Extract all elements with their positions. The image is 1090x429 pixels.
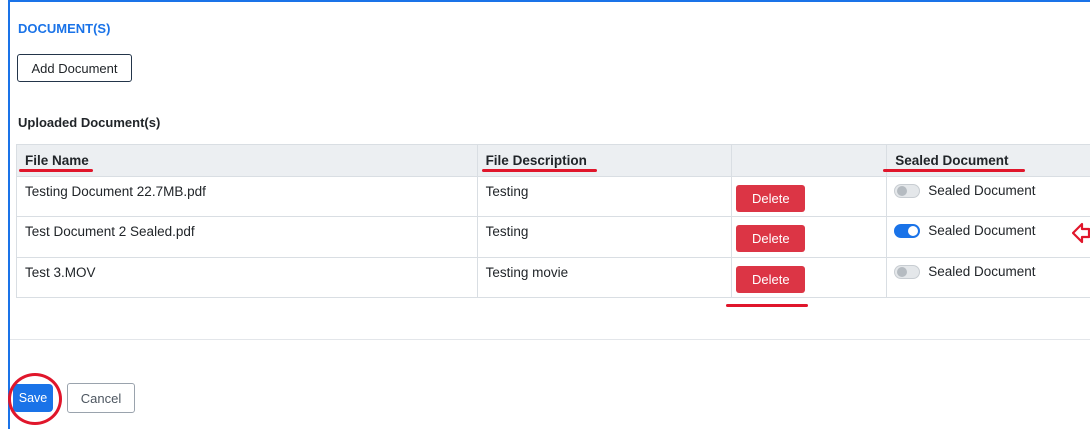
sealed-toggle[interactable] [894,183,921,198]
uploaded-documents-label: Uploaded Document(s) [18,115,161,130]
annotation-underline [726,304,809,307]
sealed-toggle[interactable] [894,264,921,279]
sealed-toggle-group: Sealed Document [894,264,1036,279]
toggle-knob [897,266,908,277]
sealed-cell: Sealed Document [887,177,1090,216]
sealed-toggle-group: Sealed Document [894,183,1036,198]
table-row: Testing Document 22.7MB.pdf Testing Dele… [17,177,1090,217]
sealed-toggle-label[interactable]: Sealed Document [928,264,1035,279]
file-name-cell: Testing Document 22.7MB.pdf [17,177,478,216]
left-arrow-icon [1072,222,1090,244]
delete-button[interactable]: Delete [736,185,806,212]
delete-cell: Delete [726,258,888,307]
file-name-cell: Test Document 2 Sealed.pdf [17,217,478,257]
header-file-name-text: File Name [25,153,89,168]
table-row: Test Document 2 Sealed.pdf Testing Delet… [17,217,1090,258]
sealed-toggle-group: Sealed Document [894,223,1036,238]
toggle-knob [897,185,908,196]
save-button[interactable]: Save [13,384,53,412]
table-row: Test 3.MOV Testing movie Delete Sealed D… [17,258,1090,307]
sealed-toggle[interactable] [894,223,921,238]
sealed-cell: Sealed Document [887,217,1090,257]
cancel-button[interactable]: Cancel [67,383,135,413]
delete-cell: Delete [732,217,888,257]
table-header-row: File Name File Description Sealed Docume… [17,145,1090,177]
delete-button[interactable]: Delete [736,225,806,252]
header-file-name: File Name [17,145,478,176]
file-description-cell: Testing [478,177,733,216]
toggle-knob [908,225,919,236]
annotation-underline [883,169,1026,172]
file-description-cell: Testing movie [478,258,733,297]
delete-button[interactable]: Delete [736,266,806,293]
file-description-cell: Testing [478,217,733,257]
header-sealed-document: Sealed Document [883,145,1090,176]
annotation-underline [481,169,597,172]
header-sealed-document-text: Sealed Document [895,153,1009,168]
header-actions [732,145,888,176]
annotation-underline [19,169,93,172]
file-name-cell: Test 3.MOV [17,258,478,297]
footer-divider [10,339,1090,340]
delete-cell: Delete [732,177,888,216]
header-file-description: File Description [478,145,733,176]
sealed-toggle-label[interactable]: Sealed Document [928,183,1035,198]
sealed-cell: Sealed Document [887,258,1090,297]
sealed-toggle-label[interactable]: Sealed Document [928,223,1035,238]
add-document-button[interactable]: Add Document [17,54,132,82]
header-file-description-text: File Description [485,153,587,168]
documents-table: File Name File Description Sealed Docume… [16,144,1090,307]
section-title: DOCUMENT(S) [18,21,111,36]
